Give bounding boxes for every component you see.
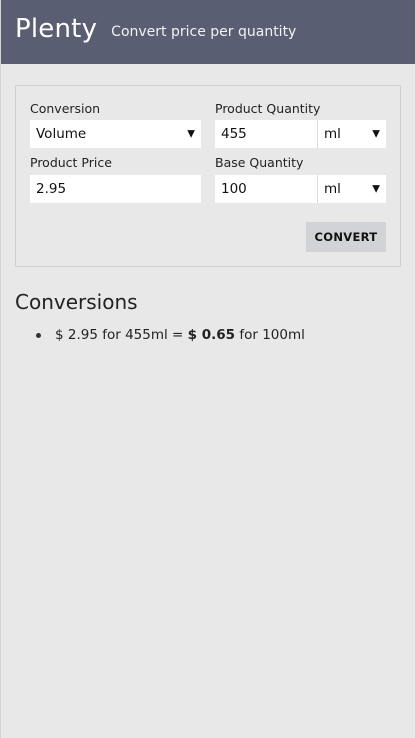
- conversions-title: Conversions: [15, 290, 138, 314]
- base-quantity-input[interactable]: 100: [215, 175, 317, 203]
- product-quantity-input[interactable]: 455: [215, 120, 317, 148]
- caret-down-icon: ▼: [372, 183, 380, 195]
- bullet-icon: [36, 332, 41, 338]
- conversion-label: Conversion: [30, 101, 101, 116]
- base-quantity-unit-select[interactable]: ml ▼: [317, 175, 386, 203]
- base-quantity-label: Base Quantity: [215, 155, 304, 170]
- app-subtitle: Convert price per quantity: [111, 24, 297, 40]
- app-header: Plenty Convert price per quantity: [0, 0, 416, 64]
- product-quantity-value: 455: [221, 126, 247, 142]
- product-quantity-unit-select[interactable]: ml ▼: [317, 120, 386, 148]
- caret-down-icon: ▼: [187, 128, 195, 140]
- product-quantity-unit-value: ml: [324, 126, 341, 142]
- result-prefix: $ 2.95 for 455ml =: [55, 327, 184, 343]
- product-price-input[interactable]: 2.95: [30, 175, 201, 203]
- convert-button[interactable]: CONVERT: [306, 222, 386, 252]
- result-value: $ 0.65: [187, 327, 236, 343]
- base-quantity-unit-value: ml: [324, 181, 341, 197]
- caret-down-icon: ▼: [372, 128, 380, 140]
- base-quantity-value: 100: [221, 181, 247, 197]
- conversion-form-panel: Conversion Volume ▼ Product Quantity 455…: [15, 85, 401, 267]
- conversion-select-value: Volume: [36, 126, 87, 142]
- frame-left-border: [0, 0, 1, 738]
- list-item: $ 2.95 for 455ml = $ 0.65 for 100ml: [36, 327, 305, 343]
- product-price-value: 2.95: [36, 181, 67, 197]
- product-quantity-label: Product Quantity: [215, 101, 321, 116]
- conversion-select[interactable]: Volume ▼: [30, 120, 201, 148]
- conversions-list: $ 2.95 for 455ml = $ 0.65 for 100ml: [36, 327, 305, 343]
- app-title: Plenty: [15, 14, 98, 44]
- product-price-label: Product Price: [30, 155, 112, 170]
- result-suffix: for 100ml: [239, 327, 305, 343]
